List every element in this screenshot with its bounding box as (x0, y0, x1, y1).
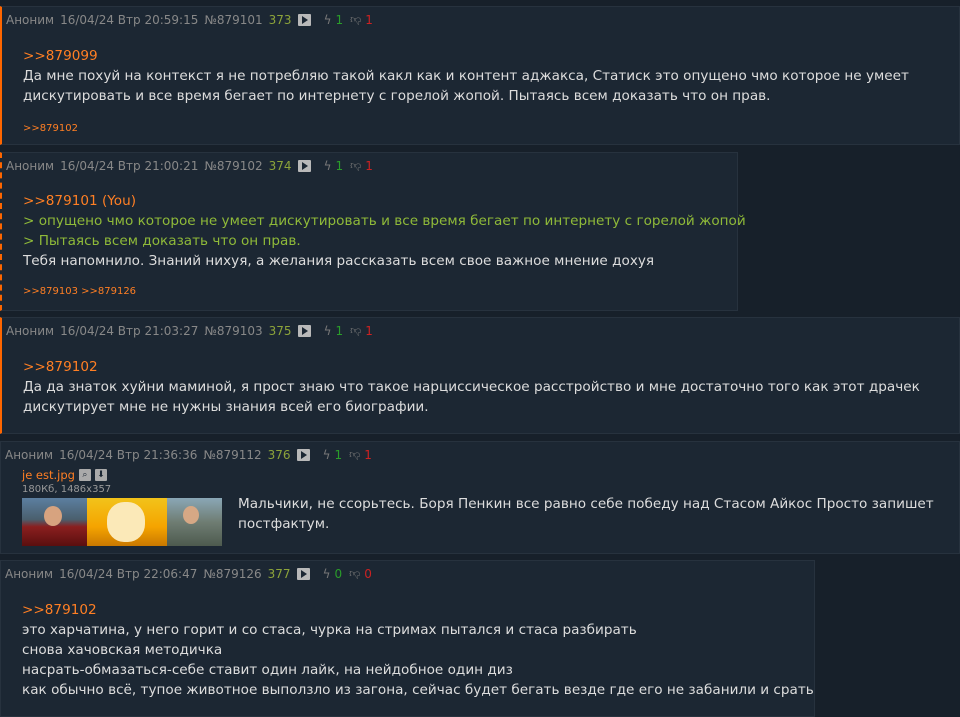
message-line: Мальчики, не ссорьтесь. Боря Пенкин все … (238, 496, 934, 512)
file-name-link[interactable]: je est.jpg (22, 468, 75, 482)
post-index: 374 (268, 159, 292, 173)
message-line: Да да знаток хуйни маминой, я прост знаю… (23, 379, 920, 395)
post-author: Аноним (6, 324, 55, 338)
message-line: дискутировать и все время бегает по инте… (23, 88, 771, 104)
post-879101: Аноним 16/04/24 Втр 20:59:15 №879101 373… (0, 6, 960, 145)
dislike-icon[interactable]: 👎︎ (350, 158, 361, 174)
post-date: 16/04/24 Втр 21:03:27 (60, 324, 199, 338)
file-info: je est.jpg ⌕ ⬇ (22, 468, 107, 482)
post-message: >>879101 (You) > опущено чмо которое не … (23, 191, 746, 271)
post-date: 16/04/24 Втр 21:00:21 (60, 159, 199, 173)
post-879102: Аноним 16/04/24 Втр 21:00:21 №879102 374… (0, 152, 746, 311)
message-line: это харчатина, у него горит и со стаса, … (22, 622, 637, 638)
post-879103: Аноним 16/04/24 Втр 21:03:27 №879103 375… (0, 317, 960, 434)
dislike-count: 1 (365, 159, 373, 173)
post-details: Аноним 16/04/24 Втр 21:03:27 №879103 375… (6, 323, 373, 339)
message-line: насрать-обмазаться-себе ставит один лайк… (22, 662, 513, 678)
post-details: Аноним 16/04/24 Втр 22:06:47 №879126 377… (5, 566, 372, 582)
post-author: Аноним (6, 13, 55, 27)
thumbnail-panel (87, 498, 167, 546)
post-date: 16/04/24 Втр 21:36:36 (59, 448, 198, 462)
like-count: 0 (334, 567, 343, 581)
like-count: 1 (335, 324, 344, 338)
like-icon[interactable]: ϟ (324, 12, 332, 28)
like-count: 1 (334, 448, 343, 462)
post-details: Аноним 16/04/24 Втр 21:36:36 №879112 376… (5, 447, 372, 463)
reply-link[interactable]: >>879102 (22, 602, 97, 618)
post-message: >>879102 это харчатина, у него горит и с… (22, 600, 814, 700)
dislike-count: 1 (365, 13, 373, 27)
like-count: 1 (335, 159, 344, 173)
post-879126: Аноним 16/04/24 Втр 22:06:47 №879126 377… (0, 560, 815, 717)
post-message: >>879102 Да да знаток хуйни маминой, я п… (23, 357, 920, 417)
search-image-icon[interactable]: ⌕ (78, 469, 91, 481)
message-line: Да мне похуй на контекст я не потребляю … (23, 68, 909, 84)
post-index: 375 (268, 324, 292, 338)
file-meta: 180Кб, 1486x357 (22, 484, 112, 495)
post-menu-icon[interactable] (296, 568, 310, 580)
post-index: 376 (267, 448, 291, 462)
reply-link[interactable]: >>879102 (23, 359, 98, 375)
message-line: Тебя напомнило. Знаний нихуя, а желания … (23, 253, 655, 269)
dislike-count: 1 (364, 448, 372, 462)
post-replies[interactable]: >>879102 (23, 123, 78, 134)
dislike-count: 0 (364, 567, 372, 581)
post-number-link[interactable]: №879101 (204, 12, 262, 28)
post-number-link[interactable]: №879102 (204, 158, 262, 174)
like-icon[interactable]: ϟ (323, 566, 331, 582)
post-number-link[interactable]: №879103 (204, 323, 262, 339)
post-menu-icon[interactable] (297, 14, 311, 26)
post-message: >>879099 Да мне похуй на контекст я не п… (23, 46, 909, 106)
image-thumbnail[interactable] (22, 498, 222, 546)
post-author: Аноним (5, 448, 54, 462)
post-date: 16/04/24 Втр 20:59:15 (60, 13, 199, 27)
post-details: Аноним 16/04/24 Втр 21:00:21 №879102 374… (6, 158, 373, 174)
message-line: снова хачовская методичка (22, 642, 223, 658)
quote-line: > опущено чмо которое не умеет дискутиро… (23, 213, 746, 229)
post-index: 377 (267, 567, 291, 581)
dislike-icon[interactable]: 👎︎ (350, 323, 361, 339)
like-icon[interactable]: ϟ (324, 158, 332, 174)
post-number-link[interactable]: №879112 (203, 447, 261, 463)
like-icon[interactable]: ϟ (323, 447, 331, 463)
dislike-icon[interactable]: 👎︎ (350, 12, 361, 28)
post-879112: Аноним 16/04/24 Втр 21:36:36 №879112 376… (0, 441, 960, 554)
quote-line: > Пытаясь всем доказать что он прав. (23, 233, 301, 249)
dislike-count: 1 (365, 324, 373, 338)
post-message: Мальчики, не ссорьтесь. Боря Пенкин все … (238, 494, 934, 534)
dislike-icon[interactable]: 👎︎ (349, 447, 360, 463)
thumbnail-panel (22, 498, 87, 546)
like-icon[interactable]: ϟ (324, 323, 332, 339)
download-icon[interactable]: ⬇ (94, 469, 107, 481)
post-date: 16/04/24 Втр 22:06:47 (59, 567, 198, 581)
post-replies[interactable]: >>879103 >>879126 (23, 286, 136, 297)
post-menu-icon[interactable] (297, 325, 311, 337)
post-number-link[interactable]: №879126 (203, 566, 261, 582)
post-index: 373 (268, 13, 292, 27)
post-menu-icon[interactable] (296, 449, 310, 461)
reply-link[interactable]: >>879099 (23, 48, 98, 64)
post-author: Аноним (6, 159, 55, 173)
message-line: как обычно всё, тупое животное выползло … (22, 682, 814, 698)
message-line: постфактум. (238, 516, 330, 532)
thumbnail-panel (167, 498, 222, 546)
post-menu-icon[interactable] (297, 160, 311, 172)
like-count: 1 (335, 13, 344, 27)
post-details: Аноним 16/04/24 Втр 20:59:15 №879101 373… (6, 12, 373, 28)
dislike-icon[interactable]: 👎︎ (349, 566, 360, 582)
post-author: Аноним (5, 567, 54, 581)
reply-link[interactable]: >>879101 (You) (23, 193, 136, 209)
message-line: дискутирует мне не нужны знания всей его… (23, 399, 429, 415)
